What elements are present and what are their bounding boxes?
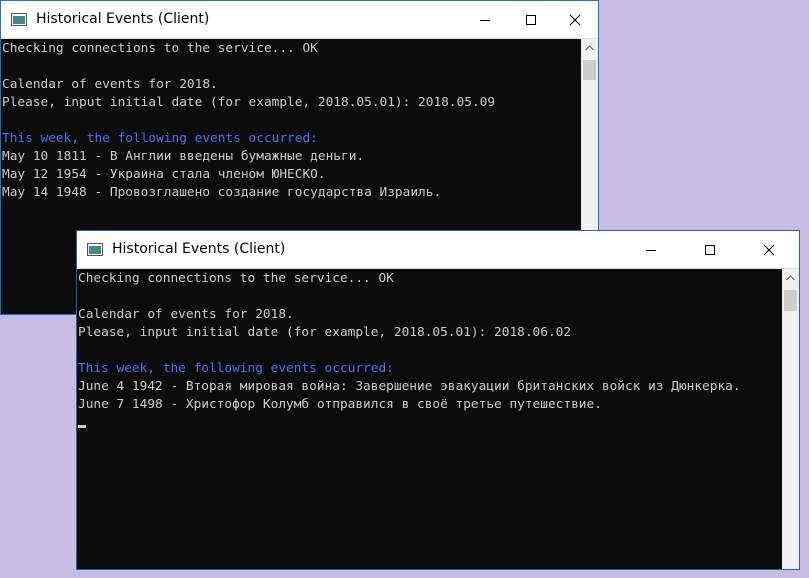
maximize-button[interactable] bbox=[508, 1, 554, 38]
console-window-front[interactable]: Historical Events (Client) Checking conn… bbox=[76, 230, 800, 570]
console-app-icon bbox=[87, 243, 103, 256]
console-app-icon bbox=[11, 13, 27, 26]
minimize-icon bbox=[646, 249, 656, 251]
console-line-heading: This week, the following events occurred… bbox=[78, 361, 394, 376]
console-line: Checking connections to the service... O… bbox=[78, 271, 394, 286]
maximize-icon bbox=[705, 244, 715, 255]
window-title: Historical Events (Client) bbox=[112, 241, 286, 257]
close-button[interactable] bbox=[746, 231, 792, 268]
console-line: Please, input initial date (for example,… bbox=[78, 325, 572, 340]
scroll-up-button[interactable] bbox=[581, 39, 598, 56]
close-button[interactable] bbox=[552, 1, 598, 38]
console-line: Calendar of events for 2018. bbox=[78, 307, 294, 322]
minimize-icon bbox=[480, 19, 490, 21]
input-line[interactable] bbox=[77, 414, 782, 432]
scroll-up-arrow-icon bbox=[585, 44, 594, 50]
scroll-up-arrow-icon bbox=[786, 274, 795, 280]
scrollbar-thumb[interactable] bbox=[583, 60, 596, 80]
text-cursor bbox=[78, 425, 86, 428]
event-line: May 12 1954 - Украина стала членом ЮНЕСК… bbox=[2, 167, 326, 182]
console-line: Calendar of events for 2018. bbox=[2, 77, 218, 92]
event-line: June 7 1498 - Христофор Колумб отправилс… bbox=[78, 397, 602, 412]
close-icon bbox=[763, 244, 775, 255]
console-line: Checking connections to the service... O… bbox=[2, 41, 318, 56]
title-bar[interactable]: Historical Events (Client) bbox=[77, 231, 799, 269]
console-line-heading: This week, the following events occurred… bbox=[2, 131, 318, 146]
scroll-up-button[interactable] bbox=[782, 269, 799, 286]
console-output[interactable]: Checking connections to the service... O… bbox=[77, 269, 782, 569]
maximize-icon bbox=[526, 14, 536, 25]
console-line: Please, input initial date (for example,… bbox=[2, 95, 496, 110]
minimize-button[interactable] bbox=[462, 1, 508, 38]
window-title: Historical Events (Client) bbox=[36, 11, 210, 27]
minimize-button[interactable] bbox=[628, 231, 674, 268]
event-line: May 10 1811 - В Англии введены бумажные … bbox=[2, 149, 365, 164]
maximize-button[interactable] bbox=[687, 231, 733, 268]
vertical-scrollbar[interactable] bbox=[782, 269, 799, 569]
event-line: May 14 1948 - Провозглашено создание гос… bbox=[2, 185, 442, 200]
title-bar[interactable]: Historical Events (Client) bbox=[1, 1, 598, 39]
close-icon bbox=[569, 14, 581, 25]
scrollbar-thumb[interactable] bbox=[784, 290, 797, 311]
event-line: June 4 1942 - Вторая мировая война: Заве… bbox=[78, 379, 741, 394]
